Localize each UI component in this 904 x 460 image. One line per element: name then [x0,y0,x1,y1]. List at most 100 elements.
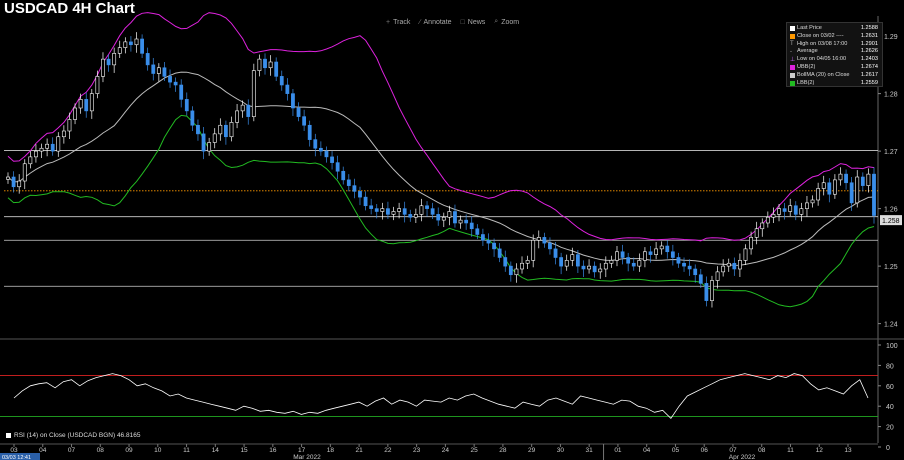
candle-body [475,228,480,235]
candle [101,52,105,83]
candle [50,137,55,156]
candle-body [391,211,396,215]
chart-canvas[interactable]: 1.291.281.271.261.251.241.258 1008060402… [0,0,904,460]
candle-body [240,104,245,112]
candle [313,133,318,157]
candle-body [106,58,111,66]
candle [844,169,848,190]
rsi-tick-label: 20 [886,425,894,432]
rsi-tick-label: 100 [886,343,898,350]
candle [123,37,128,54]
legend-label: Close on 03/02 ---- [797,32,844,39]
date-tick-label: 16 [269,447,277,454]
candle-body [464,219,469,224]
candle-body [598,268,603,273]
candle-body [229,122,234,138]
candle-body [235,110,239,123]
candle [665,240,670,259]
candle-body [626,257,631,264]
month-label: Apr 2022 [729,454,756,460]
candle [581,260,586,278]
legend-row: ⊥ Low on 04/05 16:00 1.2403 [790,56,878,64]
candle-body [156,67,161,74]
rsi-panel [0,373,878,420]
candle-body [274,61,279,77]
candle [346,174,351,192]
date-axis: 03 04 07 08 09 10 11 14 15 16 17 18 21 22 23 24 25 28 29 30… [0,444,852,460]
candle-body [715,271,720,281]
legend-value: 1.2626 [860,48,878,55]
candle-body [732,262,737,270]
candle [246,99,251,125]
candle [117,40,122,58]
price-tick-label: 1.26 [884,207,898,214]
candle [184,92,189,116]
candle-body [721,265,726,273]
candle [196,119,200,141]
date-tick-label: 04 [39,447,47,454]
candle-body [341,170,346,181]
price-tick-label: 1.28 [884,92,898,99]
candle [486,233,491,251]
candle [715,266,720,289]
date-tick-label: 10 [154,447,162,454]
legend-value: 1.2901 [860,40,878,47]
candle-body [78,99,83,109]
bollinger-lower-band [7,114,875,308]
candle [61,125,66,144]
candle-body [805,202,809,209]
candle [56,132,61,157]
candle [358,186,362,206]
candle-body [855,176,860,204]
candle [352,178,357,199]
candle [11,171,16,193]
candle-body [799,208,804,215]
legend-swatch: T [790,40,794,47]
rsi-tick-label: 80 [886,363,894,370]
candle [453,204,457,228]
date-tick-label: 15 [240,447,248,454]
date-tick-label: 07 [68,447,76,454]
candle-body [196,124,200,135]
candle [324,146,329,163]
candle [514,263,519,283]
candle-body [246,104,251,117]
legend-row: Close on 03/02 ---- 1.2631 [790,33,878,41]
candle [302,109,307,131]
candle-body [296,107,301,117]
legend-row: - Average 1.2626 [790,48,878,56]
candle [223,120,228,145]
candle-body [179,84,184,100]
candle [251,63,256,122]
candle-body [413,214,418,218]
candle-body [782,208,787,212]
candle-body [363,196,368,207]
candle-body [726,262,731,267]
candle-body [754,228,759,238]
candle-body [514,268,519,276]
candle-body [609,260,614,264]
candle [508,261,513,282]
candle-body [570,254,575,261]
candle-body [687,265,692,270]
candle [34,144,38,163]
date-tick-label: 06 [701,447,709,454]
candle [151,57,156,81]
candle-body [17,180,22,188]
candle-body [162,67,167,77]
candle [279,70,284,91]
candle [821,175,826,196]
candle-body [531,239,536,261]
rsi-axis: 100 80 60 40 20 0 [878,343,898,452]
candle [330,151,334,170]
candle [318,141,323,156]
candle [173,77,178,92]
candle-body [380,208,385,212]
candle [413,208,418,223]
horizontal-levels [4,150,878,287]
date-tick-label: 01 [614,447,622,454]
candle-body [73,107,77,120]
candle [134,32,139,53]
candle-body [28,156,33,165]
candle [447,205,452,226]
